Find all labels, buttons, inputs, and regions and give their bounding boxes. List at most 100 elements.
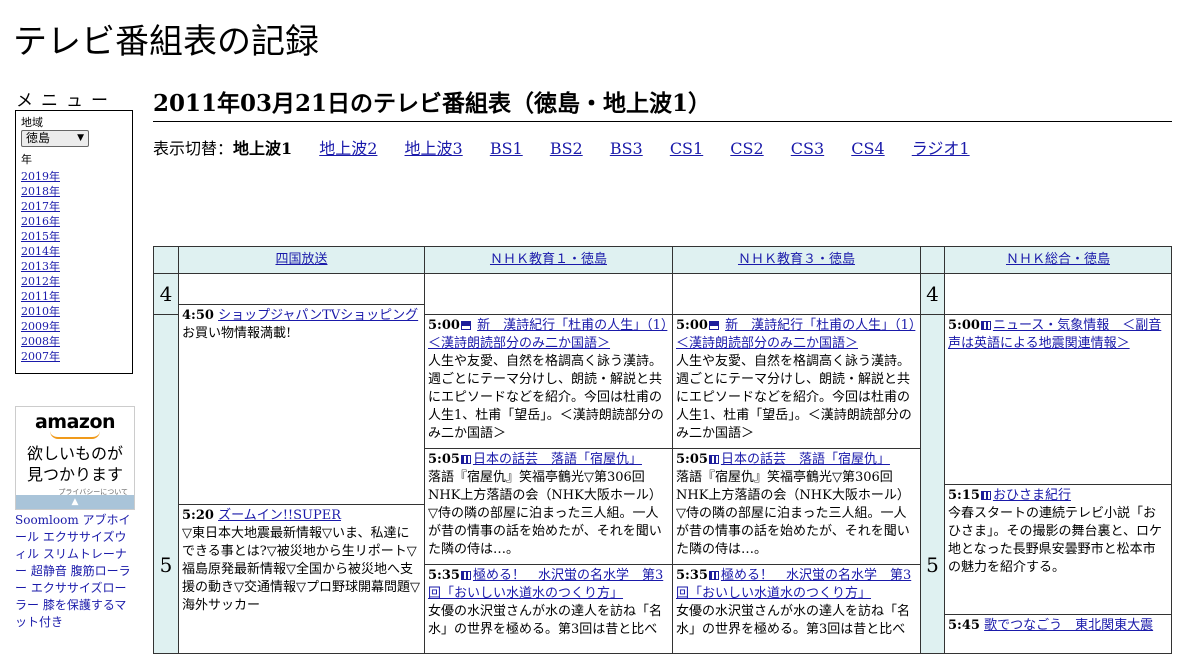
ad-tagline-2: 見つかります: [26, 465, 123, 484]
program-title-link[interactable]: ズームイン!!SUPER: [218, 508, 341, 523]
hour-label: 4: [926, 282, 939, 306]
switcher-link[interactable]: ラジオ1: [912, 139, 970, 158]
program-time: 5:20: [182, 508, 214, 523]
year-list: 2019年 2018年 2017年 2016年 2015年 2014年 2013…: [21, 169, 127, 364]
switcher-current: 地上波1: [233, 139, 293, 158]
hour-label: 5: [926, 553, 939, 577]
program-cell: 5:15 おひさま紀行 今春スタートの連続テレビ小説「おひさま」。その撮影の舞台裏…: [944, 484, 1172, 615]
up-arrow-icon: ▲: [71, 497, 79, 507]
channel-link[interactable]: ＮＨＫ教育３・徳島: [738, 252, 855, 267]
channel-link[interactable]: 四国放送: [275, 252, 327, 267]
hour-cell: 5: [920, 314, 945, 654]
program-cell-empty: [672, 273, 921, 315]
data-broadcast-icon: [708, 571, 719, 580]
data-broadcast-icon: [980, 321, 991, 330]
program-cell: 5:45 歌でつなごう 東北関東大震: [944, 614, 1172, 654]
program-time: 5:00: [948, 318, 980, 333]
year-link[interactable]: 2011年: [21, 290, 60, 303]
program-title-link[interactable]: おひさま紀行: [993, 488, 1071, 503]
switcher-link[interactable]: CS1: [670, 139, 703, 158]
page-heading: 2011年03月21日のテレビ番組表（徳島・地上波1）: [153, 84, 1172, 122]
program-cell: 5:05 日本の話芸 落語「宿屋仇」 落語『宿屋仇』笑福亭鶴光▽第306回NHK上…: [424, 448, 673, 565]
year-link[interactable]: 2008年: [21, 335, 60, 348]
channel-link[interactable]: ＮＨＫ教育１・徳島: [490, 252, 607, 267]
ad-tagline-1: 欲しいものが: [26, 444, 123, 463]
switcher-link[interactable]: 地上波2: [319, 139, 377, 158]
year-link[interactable]: 2012年: [21, 275, 60, 288]
subtitle-icon: [460, 321, 471, 330]
program-description: 落語『宿屋仇』笑福亭鶴光▽第306回NHK上方落語の会（NHK大阪ホール）▽侍の…: [676, 470, 910, 557]
year-link[interactable]: 2014年: [21, 245, 60, 258]
region-label: 地域: [21, 116, 43, 129]
corner-header-cell: [920, 246, 945, 274]
program-description: ▽東日本大地震最新情報▽いま、私達にできる事とは?▽被災地から生リポート▽福島原…: [182, 526, 420, 613]
year-link[interactable]: 2009年: [21, 320, 60, 333]
program-cell: 4:50 ショップジャパンTVショッピング お買い物情報満載!: [178, 304, 425, 505]
ad-product-link[interactable]: Soomloom アブホイール エクササイズウィル スリムトレーナー 超静音 腹…: [15, 513, 131, 629]
program-title-link[interactable]: 日本の話芸 落語「宿屋仇」: [473, 452, 642, 467]
program-description: お買い物情報満載!: [182, 326, 292, 341]
program-cell: 5:00 ニュース・気象情報 ＜副音声は英語による地震関連情報＞: [944, 314, 1172, 485]
year-link[interactable]: 2010年: [21, 305, 60, 318]
program-cell-empty: [424, 273, 673, 315]
hour-cell: 4: [153, 273, 179, 315]
switcher-link[interactable]: 地上波3: [405, 139, 463, 158]
channel-header: 四国放送: [178, 246, 425, 274]
year-link[interactable]: 2019年: [21, 170, 60, 183]
year-link[interactable]: 2017年: [21, 200, 60, 213]
year-link[interactable]: 2016年: [21, 215, 60, 228]
program-cell: 5:20 ズームイン!!SUPER ▽東日本大地震最新情報▽いま、私達にできる事…: [178, 504, 425, 654]
channel-switcher: 表示切替：地上波1 地上波2 地上波3 BS1 BS2 BS3 CS1 CS2 …: [153, 135, 992, 159]
program-description: 今春スタートの連続テレビ小説「おひさま」。その撮影の舞台裏と、ロケ地となった長野…: [948, 506, 1162, 575]
program-time: 5:00: [428, 318, 460, 333]
switcher-link[interactable]: CS3: [791, 139, 824, 158]
schedule-grid: 四国放送 ＮＨＫ教育１・徳島 ＮＨＫ教育３・徳島 ＮＨＫ総合・徳島 4 5 4 …: [153, 246, 1172, 654]
year-link[interactable]: 2015年: [21, 230, 60, 243]
switcher-link[interactable]: CS4: [851, 139, 884, 158]
site-title: テレビ番組表の記録: [13, 22, 319, 62]
subtitle-icon: [708, 321, 719, 330]
switcher-link[interactable]: BS2: [550, 139, 583, 158]
program-description: 女優の水沢蛍さんが水の達人を訪ね「名水」の世界を極める。第3回は昔と比べ: [676, 604, 911, 637]
menu-box: 地域 徳島 ▼ 年 2019年 2018年 2017年 2016年 2015年 …: [15, 110, 133, 374]
program-time: 5:35: [676, 568, 708, 583]
program-time: 5:05: [676, 452, 708, 467]
menu-heading: メニュー: [16, 91, 116, 111]
program-cell: 5:00 新 漢詩紀行「杜甫の人生」（1）＜漢詩朗読部分のみ二か国語＞ 人生や友…: [424, 314, 673, 449]
ad-toggle-bar[interactable]: ▲: [16, 495, 134, 509]
channel-link[interactable]: ＮＨＫ総合・徳島: [1006, 252, 1110, 267]
program-description: 人生や友愛、自然を格調高く詠う漢詩。週ごとにテーマ分けし、朗読・解説と共にエピソ…: [428, 354, 664, 441]
program-title-link[interactable]: ショップジャパンTVショッピング: [218, 308, 418, 323]
switcher-link[interactable]: BS3: [610, 139, 643, 158]
data-broadcast-icon: [460, 455, 471, 464]
switcher-link[interactable]: CS2: [730, 139, 763, 158]
program-title-link[interactable]: 歌でつなごう 東北関東大震: [984, 618, 1153, 633]
program-cell-empty: [178, 273, 425, 305]
hour-label: 4: [159, 282, 173, 306]
data-broadcast-icon: [980, 491, 991, 500]
year-link[interactable]: 2018年: [21, 185, 60, 198]
amazon-ad-banner[interactable]: amazon 欲しいものが 見つかります プライバシーについて ▲: [15, 406, 135, 510]
program-cell: 5:05 日本の話芸 落語「宿屋仇」 落語『宿屋仇』笑福亭鶴光▽第306回NHK上…: [672, 448, 921, 565]
ad-product-link-block: Soomloom アブホイール エクササイズウィル スリムトレーナー 超静音 腹…: [15, 512, 137, 631]
program-cell-empty: [944, 273, 1172, 315]
year-link[interactable]: 2013年: [21, 260, 60, 273]
corner-header-cell: [153, 246, 179, 274]
program-cell: 5:35 極める！ 水沢蛍の名水学 第3回「おいしい水道水のつくり方」 女優の水沢…: [672, 564, 921, 654]
hour-cell: 5: [153, 314, 179, 654]
data-broadcast-icon: [708, 455, 719, 464]
program-description: 落語『宿屋仇』笑福亭鶴光▽第306回NHK上方落語の会（NHK大阪ホール）▽侍の…: [428, 470, 662, 557]
program-cell: 5:35 極める！ 水沢蛍の名水学 第3回「おいしい水道水のつくり方」 女優の水沢…: [424, 564, 673, 654]
year-link[interactable]: 2007年: [21, 350, 60, 363]
region-select[interactable]: 徳島 ▼: [21, 130, 89, 147]
hour-cell: 4: [920, 273, 945, 315]
channel-header: ＮＨＫ教育３・徳島: [672, 246, 921, 274]
year-label: 年: [21, 153, 32, 166]
region-select-value: 徳島: [26, 131, 51, 145]
program-title-link[interactable]: 日本の話芸 落語「宿屋仇」: [721, 452, 890, 467]
switcher-link[interactable]: BS1: [490, 139, 523, 158]
program-description: 女優の水沢蛍さんが水の達人を訪ね「名水」の世界を極める。第3回は昔と比べ: [428, 604, 663, 637]
switcher-label: 表示切替：: [153, 139, 234, 158]
program-time: 5:15: [948, 488, 980, 503]
program-time: 5:05: [428, 452, 460, 467]
